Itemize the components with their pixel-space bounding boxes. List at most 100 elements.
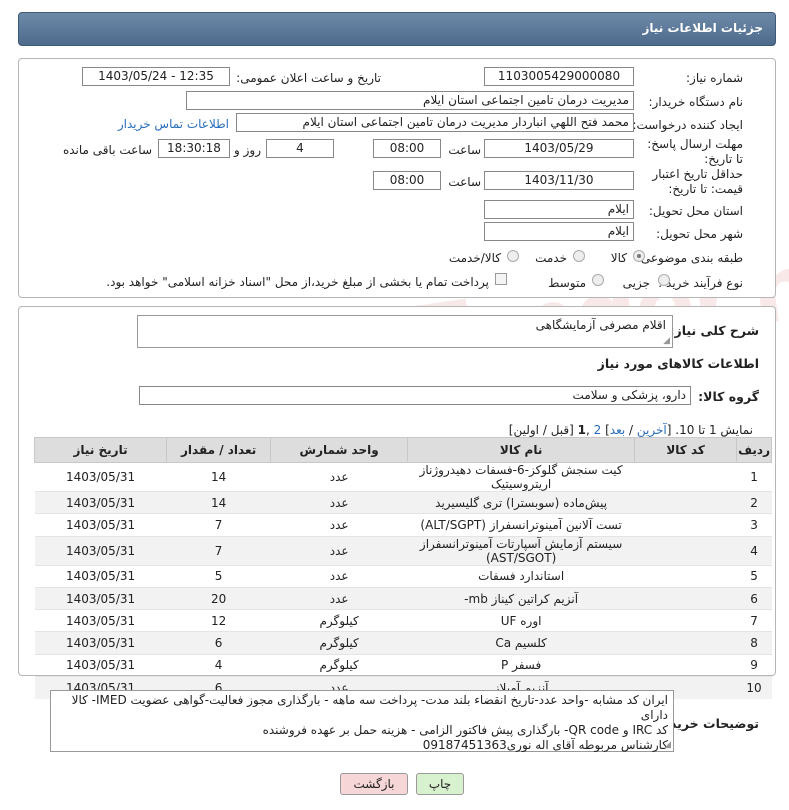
validity-date-field: 1403/11/30 <box>484 171 634 190</box>
unit-cell: کیلوگرم <box>270 631 408 655</box>
unit-cell: عدد <box>270 535 408 566</box>
row-number-cell: 2 <box>736 490 772 514</box>
resize-grip-icon: ◢ <box>664 740 671 750</box>
item-code-cell <box>634 490 737 514</box>
quantity-cell: 6 <box>166 631 271 655</box>
process-radio-minor[interactable] <box>658 274 670 286</box>
category-radio-goods[interactable] <box>633 250 645 262</box>
row-number-cell: 10 <box>736 676 772 699</box>
row-number-cell: 7 <box>736 609 772 632</box>
need-date-cell: 1403/05/31 <box>34 490 167 514</box>
pagination-next-link[interactable]: بعد <box>610 423 625 437</box>
remaining-time-field: 18:30:18 <box>158 139 230 158</box>
process-radio-medium[interactable] <box>592 274 604 286</box>
goods-group-field: دارو، پزشکی و سلامت <box>139 386 691 405</box>
category-radio-service[interactable] <box>573 250 585 262</box>
reply-time-label: ساعت <box>448 143 481 157</box>
back-button[interactable]: بازگشت <box>340 773 408 795</box>
category-radio-goods-service[interactable] <box>507 250 519 262</box>
category-option-goods-service: کالا/خدمت <box>448 251 501 265</box>
pagination-sep-1: / <box>625 423 637 437</box>
city-field: ایلام <box>484 222 634 241</box>
unit-cell: عدد <box>270 462 408 492</box>
price-validity-label: حداقل تاریخ اعتبار قیمت: تا تاریخ: <box>652 167 743 196</box>
item-name-cell: آنزیم کراتین کیناز mb- <box>407 586 635 610</box>
buyer-notes-line-3: کارشناس مربوطه آقای اله نوری09187451363 <box>422 738 668 752</box>
need-number-field: 1103005429000080 <box>484 67 634 86</box>
need-number-label: شماره نیاز: <box>686 71 743 85</box>
unit-cell: کیلوگرم <box>270 609 408 632</box>
row-number-cell: 9 <box>736 653 772 677</box>
treasury-payment-note: پرداخت تمام یا بخشی از مبلغ خرید،از محل … <box>106 275 489 289</box>
row-number-cell: 4 <box>736 535 772 566</box>
summary-label: شرح کلی نیاز: <box>669 323 759 338</box>
col-unit-header: واحد شمارش <box>270 437 409 463</box>
buyer-notes-line-1: ایران کد مشابه -واحد عدد-تاریخ انقضاء بل… <box>71 693 668 722</box>
row-number-cell: 5 <box>736 564 772 588</box>
pagination-prefix: نمایش 1 تا 10. [ <box>666 423 753 437</box>
treasury-payment-checkbox[interactable] <box>495 273 507 285</box>
unit-cell: عدد <box>270 490 408 514</box>
buyer-notes-text: ایران کد مشابه -واحد عدد-تاریخ انقضاء بل… <box>51 691 673 755</box>
need-date-cell: 1403/05/31 <box>34 631 167 655</box>
reply-deadline-label: مهلت ارسال پاسخ: تا تاریخ: <box>647 137 743 166</box>
item-name-cell: اوره UF <box>407 609 635 632</box>
item-name-cell: کیت سنجش گلوکز-6-فسفات دهیدروژناز اریترو… <box>407 462 635 492</box>
col-name-header: نام کالا <box>407 437 636 463</box>
print-button[interactable]: چاپ <box>416 773 464 795</box>
col-code-header: کد کالا <box>634 437 738 463</box>
quantity-cell: 20 <box>166 586 271 610</box>
table-row: 1 کیت سنجش گلوکز-6-فسفات دهیدروژناز اریتر… <box>34 462 772 492</box>
item-name-cell: کلسیم Ca <box>407 631 635 655</box>
page-title-bar: جزئیات اطلاعات نیاز <box>18 12 776 46</box>
pagination-current-page: 1 <box>577 423 586 437</box>
page-title: جزئیات اطلاعات نیاز <box>642 21 763 35</box>
buyer-notes-textarea: ایران کد مشابه -واحد عدد-تاریخ انقضاء بل… <box>50 690 674 752</box>
category-option-goods: کالا <box>610 251 627 265</box>
table-row: 5 استاندارد فسفات عدد 5 1403/05/31 <box>34 564 772 588</box>
item-code-cell <box>634 462 737 492</box>
reply-date-field: 1403/05/29 <box>484 139 634 158</box>
quantity-cell: 7 <box>166 535 271 566</box>
item-code-cell <box>634 535 737 566</box>
row-number-cell: 3 <box>736 513 772 537</box>
validity-time-label: ساعت <box>448 175 481 189</box>
category-option-service: خدمت <box>535 251 567 265</box>
days-field: 4 <box>266 139 334 158</box>
item-name-cell: تست آلانین آمینوترانسفراز (ALT/SGPT) <box>407 513 635 537</box>
process-option-minor: جزیی <box>622 276 650 290</box>
item-code-cell <box>634 609 737 632</box>
row-number-cell: 8 <box>736 631 772 655</box>
item-name-cell: پیش‌ماده (سوبسترا) تری گلیسیرید <box>407 490 635 514</box>
announce-date-field: 1403/05/24 - 12:35 <box>82 67 230 86</box>
need-date-cell: 1403/05/31 <box>34 653 167 677</box>
buyer-contact-link[interactable]: اطلاعات تماس خریدار <box>118 117 229 131</box>
item-code-cell <box>634 653 737 677</box>
days-label: روز و <box>234 143 261 157</box>
col-row-header: ردیف <box>736 437 772 463</box>
table-row: 2 پیش‌ماده (سوبسترا) تری گلیسیرید عدد 14 140… <box>34 490 772 514</box>
item-code-cell <box>634 513 737 537</box>
need-date-cell: 1403/05/31 <box>34 564 167 588</box>
col-date-header: تاریخ نیاز <box>33 437 168 463</box>
remaining-time-label: ساعت باقی مانده <box>62 143 152 157</box>
table-row: 7 اوره UF کیلوگرم 12 1403/05/31 <box>34 609 772 632</box>
item-name-cell: سیستم آزمایش آسپارتات آمینوترانسفراز (AS… <box>407 535 635 566</box>
reply-time-field: 08:00 <box>373 139 441 158</box>
creator-label: ایجاد کننده درخواست: <box>632 118 743 132</box>
quantity-cell: 5 <box>166 564 271 588</box>
item-code-cell <box>634 631 737 655</box>
need-date-cell: 1403/05/31 <box>34 462 167 492</box>
quantity-cell: 14 <box>166 490 271 514</box>
pagination-suffix: [قبل / اولین] <box>508 423 578 437</box>
need-date-cell: 1403/05/31 <box>34 535 167 566</box>
pagination-comma: , <box>586 423 594 437</box>
quantity-cell: 14 <box>166 462 271 492</box>
creator-field: محمد فتح اللهي انباردار مدیریت درمان تام… <box>236 113 634 132</box>
row-number-cell: 1 <box>736 462 772 492</box>
need-date-cell: 1403/05/31 <box>34 609 167 632</box>
item-code-cell <box>634 564 737 588</box>
item-name-cell: فسفر P <box>407 653 635 677</box>
announce-date-label: تاریخ و ساعت اعلان عمومی: <box>236 71 381 85</box>
pagination-last-link[interactable]: آخرین <box>637 423 667 437</box>
